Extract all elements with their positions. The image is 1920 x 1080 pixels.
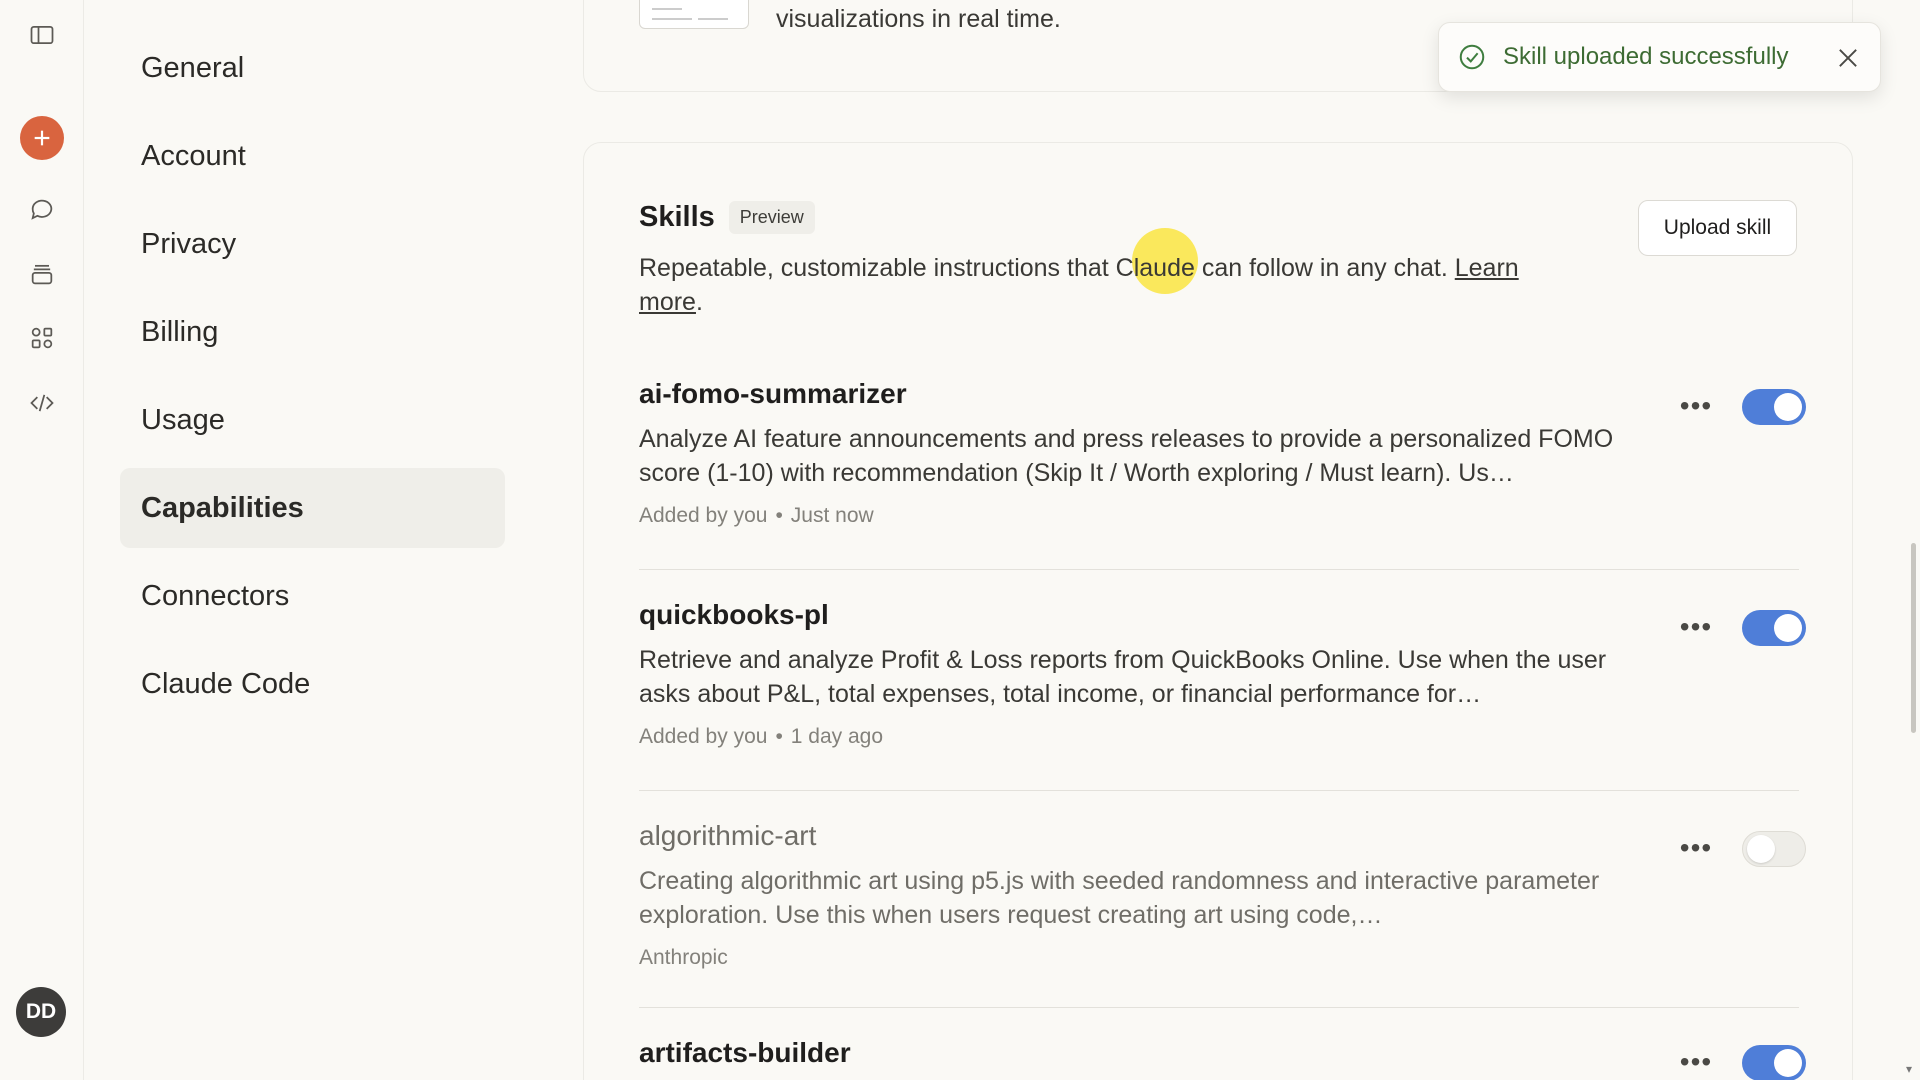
divider (639, 790, 1799, 791)
skill-item: quickbooks-pl Retrieve and analyze Profi… (639, 599, 1799, 749)
skill-item: algorithmic-art Creating algorithmic art… (639, 820, 1799, 970)
feature-thumbnail (639, 0, 749, 29)
skill-more-button[interactable]: ••• (1676, 1046, 1716, 1077)
skill-more-button[interactable]: ••• (1676, 390, 1716, 421)
skill-time: Just now (790, 504, 874, 527)
skill-item: artifacts-builder (639, 1037, 1799, 1069)
nav-item-billing[interactable]: Billing (120, 292, 505, 372)
skill-toggle[interactable] (1742, 1045, 1806, 1080)
skill-meta: Added by you • 1 day ago (639, 725, 884, 748)
divider (639, 1007, 1799, 1008)
skill-name: ai-fomo-summarizer (639, 378, 907, 409)
upload-skill-button[interactable]: Upload skill (1638, 200, 1797, 256)
close-icon[interactable] (1834, 44, 1862, 72)
feature-description: visualizations in real time. (776, 5, 1061, 33)
icon-rail: DD (0, 0, 84, 1080)
avatar-initials: DD (25, 1000, 57, 1023)
projects-icon[interactable] (22, 254, 62, 294)
check-circle-icon (1459, 44, 1485, 70)
skills-title: Skills (639, 201, 715, 233)
skill-author: Anthropic (639, 946, 728, 969)
skill-more-button[interactable]: ••• (1676, 611, 1716, 642)
skill-more-button[interactable]: ••• (1676, 832, 1716, 863)
nav-item-connectors[interactable]: Connectors (120, 556, 505, 636)
avatar[interactable]: DD (16, 987, 66, 1037)
divider (639, 569, 1799, 570)
skill-description: Retrieve and analyze Profit & Loss repor… (639, 646, 1607, 708)
skill-toggle[interactable] (1742, 389, 1806, 425)
skill-meta: Anthropic (639, 946, 1799, 970)
new-chat-button[interactable] (20, 116, 64, 160)
skill-description: Creating algorithmic art using p5.js wit… (639, 867, 1600, 929)
code-icon[interactable] (22, 383, 62, 423)
skill-name: quickbooks-pl (639, 599, 829, 630)
skill-item: ai-fomo-summarizer Analyze AI feature an… (639, 378, 1799, 528)
skill-meta: Added by you • Just now (639, 504, 874, 527)
nav-item-capabilities[interactable]: Capabilities (120, 468, 505, 548)
nav-item-claude-code[interactable]: Claude Code (120, 644, 505, 724)
success-toast: Skill uploaded successfully (1438, 22, 1881, 92)
sidebar-toggle-icon[interactable] (22, 15, 62, 55)
skill-author: Added by you (639, 504, 768, 527)
preview-badge: Preview (728, 201, 815, 234)
skills-card: Skills Preview Upload skill Repeatable, … (583, 142, 1853, 1080)
skills-description: Repeatable, customizable instructions th… (639, 254, 1519, 316)
nav-item-privacy[interactable]: Privacy (120, 204, 505, 284)
skill-time: 1 day ago (790, 725, 884, 748)
skills-description-text: Repeatable, customizable instructions th… (639, 254, 1448, 282)
nav-item-general[interactable]: General (120, 28, 505, 108)
skills-header: Skills Preview (639, 201, 815, 234)
skill-name: artifacts-builder (639, 1037, 851, 1068)
skill-name: algorithmic-art (639, 820, 817, 851)
plus-icon (34, 130, 50, 146)
scroll-down-arrow-icon[interactable]: ▾ (1906, 1062, 1912, 1076)
skill-toggle[interactable] (1742, 831, 1806, 867)
nav-item-account[interactable]: Account (120, 116, 505, 196)
skill-author: Added by you (639, 725, 768, 748)
nav-item-usage[interactable]: Usage (120, 380, 505, 460)
scrollbar-thumb[interactable] (1911, 543, 1916, 733)
skill-toggle[interactable] (1742, 610, 1806, 646)
chats-icon[interactable] (22, 190, 62, 230)
toast-message: Skill uploaded successfully (1503, 43, 1789, 70)
artifacts-icon[interactable] (22, 318, 62, 358)
skill-description: Analyze AI feature announcements and pre… (639, 425, 1614, 487)
settings-nav: General Account Privacy Billing Usage Ca… (120, 28, 505, 732)
